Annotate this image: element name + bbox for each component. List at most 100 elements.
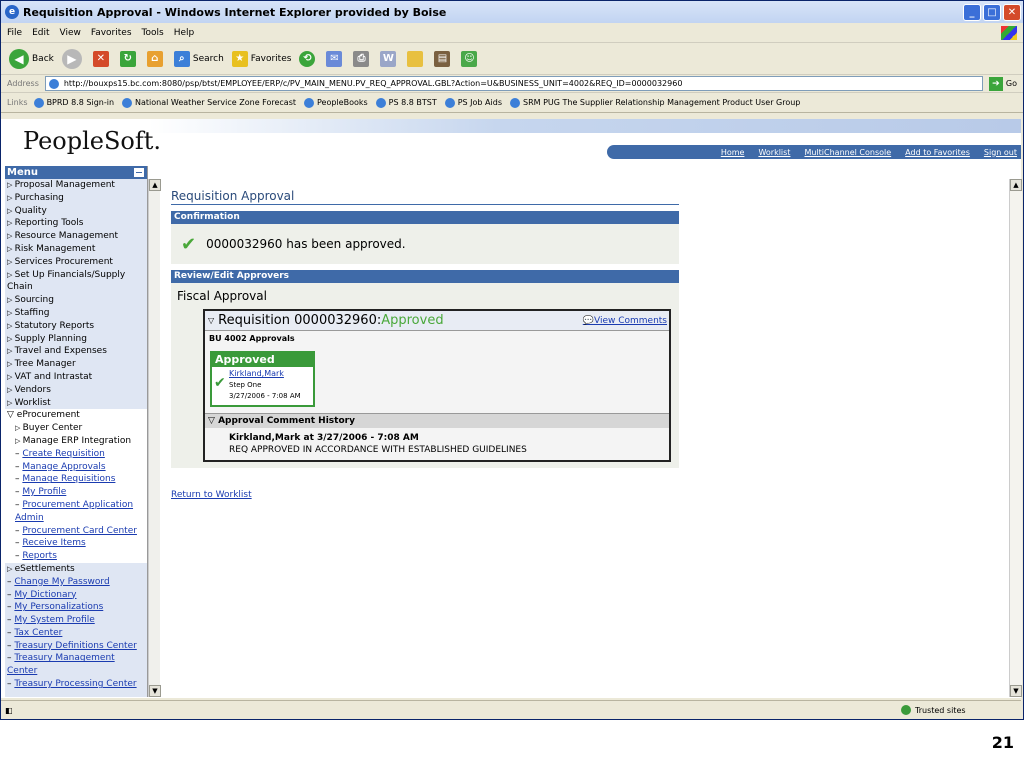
submenu-item[interactable]: Manage ERP Integration <box>5 435 147 448</box>
menu-item[interactable]: VAT and Intrastat <box>5 371 147 384</box>
research-button[interactable]: ▤ <box>434 50 453 67</box>
messenger-button[interactable]: ☺ <box>461 50 480 67</box>
stop-icon: ✕ <box>92 50 109 67</box>
menu-sidebar: Menu Proposal Management Purchasing Qual… <box>5 166 148 697</box>
link-srm-pug[interactable]: SRM PUG The Supplier Relationship Manage… <box>510 97 800 108</box>
menu-view[interactable]: View <box>60 28 81 38</box>
menu-link[interactable]: Change My Password <box>5 576 147 589</box>
link-peoplebooks[interactable]: PeopleBooks <box>304 97 368 108</box>
menu-item[interactable]: Proposal Management <box>5 179 147 192</box>
comment-history-body: Kirkland,Mark at 3/27/2006 - 7:08 AM REQ… <box>205 428 669 460</box>
peoplesoft-logo: PeopleSoft. <box>23 127 162 155</box>
return-to-worklist-link[interactable]: Return to Worklist <box>171 490 679 500</box>
search-button[interactable]: ⌕ Search <box>173 50 224 67</box>
menu-item[interactable]: Vendors <box>5 384 147 397</box>
view-comments-link[interactable]: 💬View Comments <box>583 316 667 326</box>
maximize-button[interactable]: □ <box>983 3 1001 21</box>
link-bprd[interactable]: BPRD 8.8 Sign-in <box>33 97 114 108</box>
collapse-menu-button[interactable] <box>134 168 144 177</box>
menu-link[interactable]: Reports <box>5 550 147 563</box>
submenu-item[interactable]: Buyer Center <box>5 422 147 435</box>
back-button[interactable]: ◀ Back <box>9 48 54 69</box>
scroll-up-icon[interactable]: ▲ <box>1010 179 1022 191</box>
home-button[interactable]: ⌂ <box>146 50 166 67</box>
nav-add-to-favorites[interactable]: Add to Favorites <box>905 148 970 157</box>
menu-item[interactable]: Worklist <box>5 397 147 410</box>
comment-history-header[interactable]: ▽ Approval Comment History <box>205 414 669 428</box>
menu-item[interactable]: Services Procurement <box>5 256 147 269</box>
menu-link[interactable]: Create Requisition <box>5 448 147 461</box>
link-ps-job-aids[interactable]: PS Job Aids <box>444 97 502 108</box>
menu-tools[interactable]: Tools <box>142 28 164 38</box>
refresh-button[interactable]: ↻ <box>119 50 139 67</box>
collapse-triangle-icon[interactable]: ▽ <box>208 316 214 325</box>
folder-button[interactable] <box>407 50 426 67</box>
peoplesoft-header: PeopleSoft. Home Worklist MultiChannel C… <box>1 119 1021 165</box>
menu-link[interactable]: Treasury Processing Center <box>5 678 147 691</box>
menu-item[interactable]: Supply Planning <box>5 333 147 346</box>
menu-favorites[interactable]: Favorites <box>91 28 132 38</box>
menu-link[interactable]: Manage Approvals <box>5 461 147 474</box>
nav-worklist[interactable]: Worklist <box>758 148 790 157</box>
menu-help[interactable]: Help <box>174 28 195 38</box>
page-scrollbar[interactable]: ▲ ▼ <box>1009 179 1022 697</box>
forward-button[interactable]: ▶ <box>61 48 85 69</box>
checkmark-icon: ✔ <box>181 233 197 255</box>
menu-item[interactable]: Sourcing <box>5 294 147 307</box>
scroll-down-icon[interactable]: ▼ <box>149 685 161 697</box>
stop-button[interactable]: ✕ <box>92 50 112 67</box>
scroll-up-icon[interactable]: ▲ <box>149 179 161 191</box>
nav-multichannel-console[interactable]: MultiChannel Console <box>804 148 891 157</box>
menu-item[interactable]: Purchasing <box>5 192 147 205</box>
review-panel: Fiscal Approval ▽ Requisition 0000032960… <box>171 283 679 468</box>
nav-home[interactable]: Home <box>721 148 745 157</box>
menu-file[interactable]: File <box>7 28 22 38</box>
link-weather[interactable]: National Weather Service Zone Forecast <box>122 97 296 108</box>
menu-link[interactable]: Tax Center <box>5 627 147 640</box>
history-button[interactable]: ⟲ <box>299 50 318 67</box>
edit-icon: W <box>380 50 397 67</box>
print-button[interactable]: ⎙ <box>353 50 372 67</box>
menu-item-eprocurement[interactable]: ▽ eProcurement <box>5 409 147 422</box>
menu-link[interactable]: My System Profile <box>5 614 147 627</box>
header-nav: Home Worklist MultiChannel Console Add t… <box>607 145 1021 159</box>
favorites-button[interactable]: ★ Favorites <box>231 50 291 67</box>
menu-link[interactable]: Procurement Card Center <box>5 525 147 538</box>
menu-link[interactable]: Receive Items <box>5 537 147 550</box>
menu-item-esettlements[interactable]: eSettlements <box>5 563 147 576</box>
menu-item[interactable]: Reporting Tools <box>5 217 147 230</box>
nav-sign-out[interactable]: Sign out <box>984 148 1017 157</box>
menu-item[interactable]: Risk Management <box>5 243 147 256</box>
main-panel: Requisition Approval Confirmation ✔ 0000… <box>171 189 679 500</box>
edit-button[interactable]: W <box>380 50 399 67</box>
ie-page-icon <box>304 97 315 108</box>
menu-link[interactable]: Manage Requisitions <box>5 473 147 486</box>
approver-name-link[interactable]: Kirkland,Mark <box>229 369 284 378</box>
link-ps-btst[interactable]: PS 8.8 BTST <box>375 97 437 108</box>
menu-item[interactable]: Statutory Reports <box>5 320 147 333</box>
scroll-down-icon[interactable]: ▼ <box>1010 685 1022 697</box>
go-button[interactable]: ➔ Go <box>988 76 1017 91</box>
menu-link[interactable]: Treasury Definitions Center <box>5 640 147 653</box>
menu-item[interactable]: Set Up Financials/Supply Chain <box>5 269 147 295</box>
menu-scrollbar[interactable]: ▲ ▼ <box>148 179 161 697</box>
menu-link[interactable]: My Personalizations <box>5 601 147 614</box>
address-input[interactable]: http://bouxps15.bc.com:8080/psp/btst/EMP… <box>44 76 983 91</box>
mail-button[interactable]: ✉ <box>326 50 345 67</box>
menu-item[interactable]: Travel and Expenses <box>5 345 147 358</box>
window-title: Requisition Approval - Windows Internet … <box>23 5 447 19</box>
confirmation-header: Confirmation <box>171 211 679 224</box>
requisition-label: Requisition 0000032960: <box>218 313 382 328</box>
menu-item[interactable]: Staffing <box>5 307 147 320</box>
menu-link[interactable]: Procurement Application Admin <box>5 499 147 525</box>
menu-link[interactable]: Treasury Management Center <box>5 652 147 678</box>
menu-item[interactable]: Resource Management <box>5 230 147 243</box>
menu-link[interactable]: My Dictionary <box>5 589 147 602</box>
menu-item[interactable]: Tree Manager <box>5 358 147 371</box>
status-bar: ◧ Trusted sites <box>1 700 1021 719</box>
menu-item[interactable]: Quality <box>5 205 147 218</box>
close-button[interactable]: ✕ <box>1003 3 1021 21</box>
minimize-button[interactable]: _ <box>963 3 981 21</box>
menu-link[interactable]: My Profile <box>5 486 147 499</box>
menu-edit[interactable]: Edit <box>32 28 49 38</box>
